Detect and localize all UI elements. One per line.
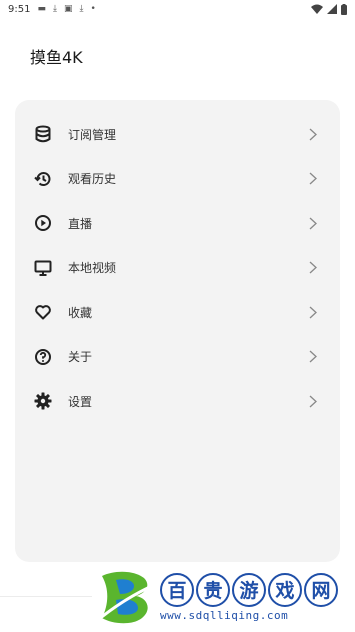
menu-item-label: 本地视频 xyxy=(68,261,117,276)
download-icon: ⤓ xyxy=(52,4,57,14)
menu-item-label: 直播 xyxy=(68,216,93,231)
menu-item-subscriptions[interactable]: 订阅管理 xyxy=(15,112,340,157)
chevron-right-icon xyxy=(308,394,318,408)
database-icon xyxy=(33,124,53,144)
chevron-right-icon xyxy=(308,350,318,364)
monitor-icon xyxy=(33,258,53,278)
watermark-logo-icon xyxy=(97,571,153,624)
menu-item-about[interactable]: 关于 xyxy=(15,335,340,380)
status-bar-left: 9:51 ▬ ⤓ ▣ ⤓ • xyxy=(8,4,96,15)
help-icon xyxy=(33,347,53,367)
signal-icon xyxy=(327,4,337,14)
menu-item-label: 收藏 xyxy=(68,305,93,320)
watermark-url: www.sdqlliqing.com xyxy=(160,608,289,622)
menu-item-settings[interactable]: 设置 xyxy=(15,379,340,424)
watermark-chars: 百 贵 游 戏 网 xyxy=(160,572,338,607)
media-icon: ▬ xyxy=(37,4,46,14)
menu-item-live[interactable]: 直播 xyxy=(15,201,340,246)
watermark-text: 百 贵 游 戏 网 www.sdqlliqing.com xyxy=(160,572,338,622)
chevron-right-icon xyxy=(308,261,318,275)
menu-item-local-video[interactable]: 本地视频 xyxy=(15,246,340,291)
menu-item-label: 设置 xyxy=(68,394,93,409)
wifi-icon xyxy=(311,4,323,14)
status-bar-right xyxy=(311,3,347,15)
chevron-right-icon xyxy=(308,172,318,186)
watermark-char: 戏 xyxy=(268,572,302,607)
play-circle-icon xyxy=(33,213,53,233)
menu-item-history[interactable]: 观看历史 xyxy=(15,157,340,202)
menu-item-favorites[interactable]: 收藏 xyxy=(15,290,340,335)
menu-item-label: 订阅管理 xyxy=(68,127,117,142)
image-icon: ▣ xyxy=(63,4,73,14)
menu-item-label: 观看历史 xyxy=(68,172,117,187)
watermark: 百 贵 游 戏 网 www.sdqlliqing.com xyxy=(92,562,355,632)
history-icon xyxy=(33,169,53,189)
watermark-char: 网 xyxy=(304,572,338,607)
menu-card: 订阅管理 观看历史 直播 本地视频 收藏 关于 设置 xyxy=(15,100,340,562)
download-icon: ⤓ xyxy=(79,4,84,14)
battery-icon xyxy=(341,3,347,15)
status-bar: 9:51 ▬ ⤓ ▣ ⤓ • xyxy=(0,0,355,18)
heart-icon xyxy=(33,302,53,322)
chevron-right-icon xyxy=(308,216,318,230)
menu-item-label: 关于 xyxy=(68,350,93,365)
status-time: 9:51 xyxy=(8,3,31,15)
watermark-char: 百 xyxy=(160,572,194,607)
watermark-char: 贵 xyxy=(196,572,230,607)
chevron-right-icon xyxy=(308,127,318,141)
page-title: 摸鱼4K xyxy=(30,48,83,67)
chevron-right-icon xyxy=(308,305,318,319)
gear-icon xyxy=(33,391,53,411)
dot-icon: • xyxy=(90,4,96,14)
watermark-char: 游 xyxy=(232,572,266,607)
